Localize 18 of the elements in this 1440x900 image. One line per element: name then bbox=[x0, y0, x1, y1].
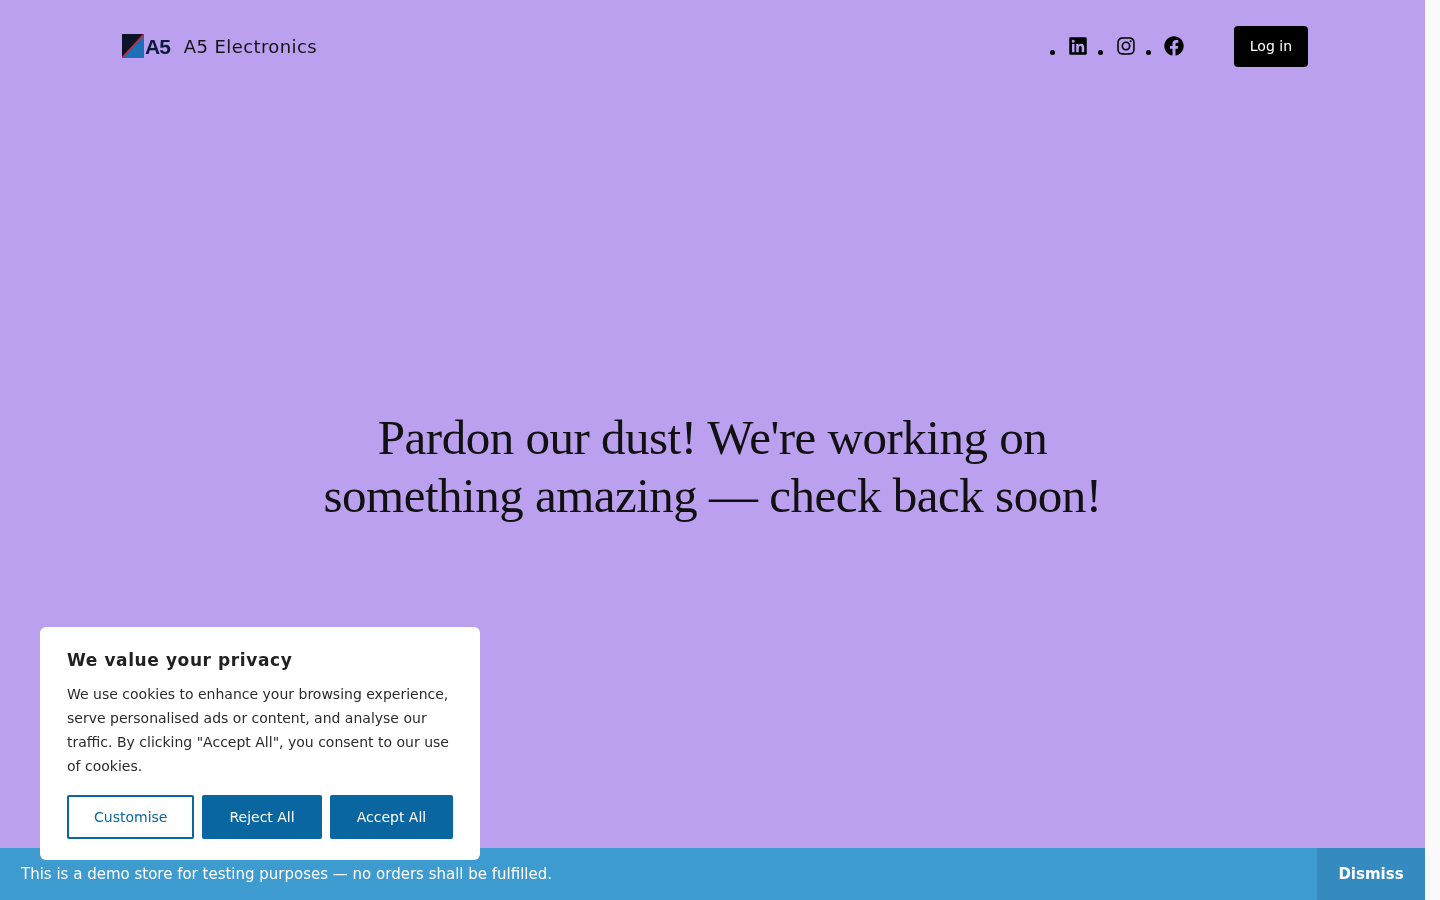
bullet-icon bbox=[1097, 50, 1103, 55]
instagram-icon[interactable] bbox=[1115, 36, 1136, 56]
dismiss-button[interactable]: Dismiss bbox=[1317, 848, 1425, 900]
login-button[interactable]: Log in bbox=[1233, 25, 1308, 67]
cookie-button[interactable]: Accept All bbox=[329, 795, 454, 839]
bullet-icon bbox=[1145, 50, 1151, 55]
notice-text: This is a demo store for testing purposes — no orders shall be fulfilled. bbox=[20, 865, 553, 883]
facebook-icon[interactable] bbox=[1163, 36, 1184, 56]
logo-mark-icon bbox=[122, 34, 144, 58]
brand-name: A5 Electronics bbox=[183, 35, 318, 57]
bullet-icon bbox=[1049, 50, 1055, 55]
logo-text: A5 bbox=[145, 35, 170, 57]
hero-heading: Pardon our dust! We're working on something amazing — check back soon! bbox=[322, 409, 1103, 525]
cookie-title: We value your privacy bbox=[67, 649, 294, 671]
cookie-button[interactable]: Reject All bbox=[202, 795, 322, 839]
linkedin-icon[interactable] bbox=[1067, 36, 1088, 56]
cookie-text: We use cookies to enhance your browsing experience, serve personalised ads or content, and analyse our traffic. By clicking "Accept All", you consent to our use of cookies. bbox=[67, 685, 450, 776]
cookie-button[interactable]: Customise bbox=[67, 795, 195, 839]
